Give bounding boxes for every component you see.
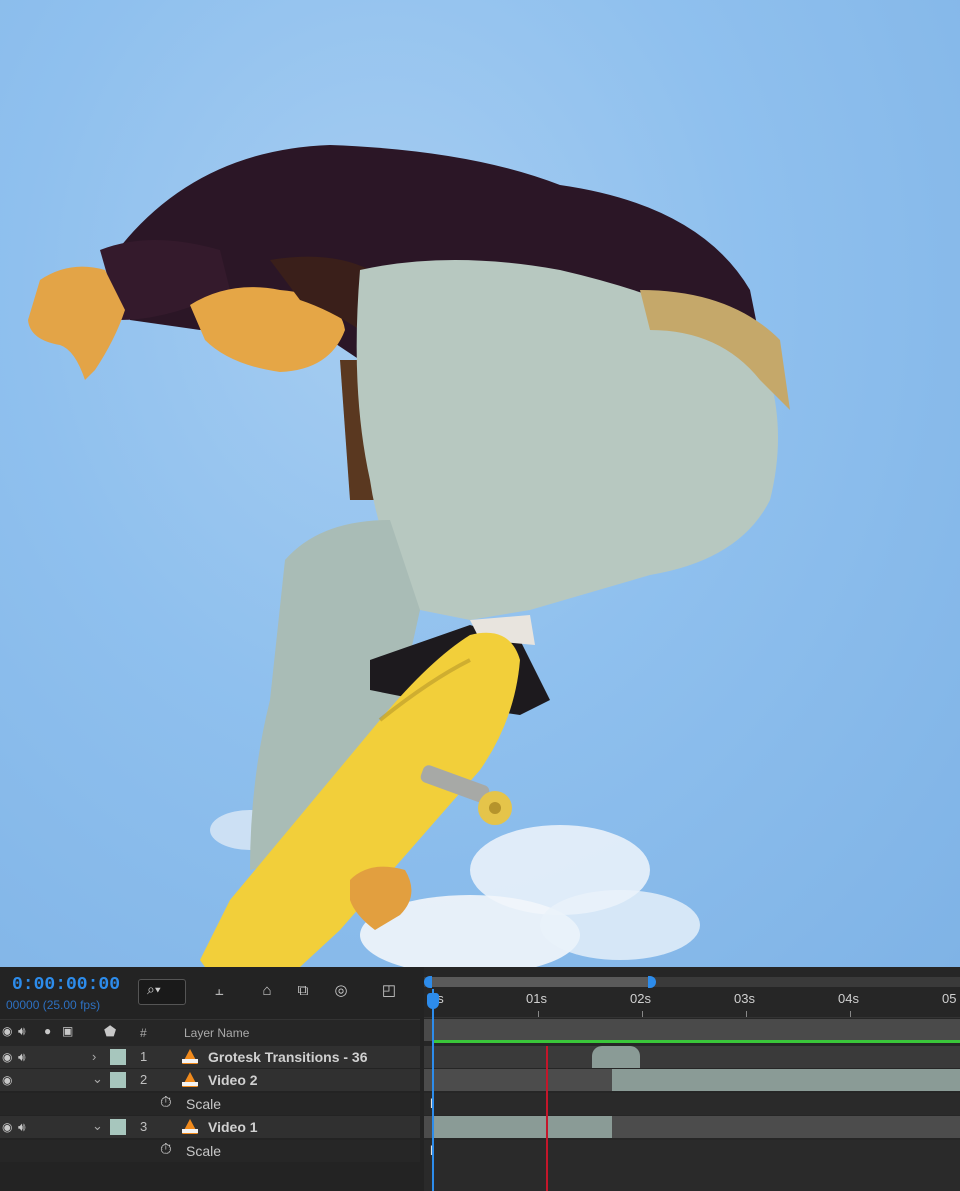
ruler-tick: 04s (838, 991, 859, 1006)
eye-icon[interactable]: ◉ (2, 1073, 12, 1087)
transition-clip[interactable] (592, 1046, 640, 1068)
frame-rate-readout: 00000 (25.00 fps) (6, 998, 101, 1012)
layer-name[interactable]: Grotesk Transitions - 36 (208, 1049, 368, 1065)
timeline-panel: 0:00:00:00 00000 (25.00 fps) ⌕▾ ⫠ ⌂ ⧉ ◎ … (0, 967, 960, 1191)
layer-row-3[interactable]: ◉ 🔊︎ ⌄ 3 Video 1 (0, 1116, 420, 1138)
layer-3-track[interactable] (424, 1116, 960, 1138)
chevron-right-icon[interactable]: › (92, 1049, 96, 1064)
layer-search-input[interactable]: ⌕▾ (138, 979, 186, 1005)
label-tag-icon[interactable]: ⬟ (104, 1023, 116, 1040)
layer-name[interactable]: Video 2 (208, 1072, 258, 1088)
stopwatch-icon[interactable]: ⏱︎ (160, 1141, 172, 1158)
layer-column-header: ◉ 🔊︎ ● ▣ ⬟ # Layer Name (0, 1019, 420, 1047)
time-navigator-range[interactable] (428, 977, 652, 987)
layer-name-column-header[interactable]: Layer Name (184, 1026, 249, 1040)
layer-duration-bar[interactable] (434, 1116, 612, 1138)
ruler-tick: 03s (734, 991, 755, 1006)
layer-1-track[interactable] (424, 1046, 960, 1068)
marker-line (546, 1046, 548, 1191)
audio-icon[interactable]: 🔊︎ (18, 1024, 26, 1039)
layer-number: 2 (140, 1072, 148, 1087)
layer-number: 3 (140, 1119, 148, 1134)
solo-icon[interactable]: ● (44, 1024, 51, 1038)
layer-row-1[interactable]: ◉ 🔊︎ › 1 Grotesk Transitions - 36 (0, 1046, 420, 1068)
layer-duration-bar[interactable] (612, 1069, 960, 1091)
label-color-swatch[interactable] (110, 1119, 126, 1135)
playhead-line[interactable] (432, 989, 434, 1191)
layer-2-scale-track[interactable]: I (424, 1093, 960, 1115)
property-name[interactable]: Scale (186, 1096, 221, 1112)
current-time-display[interactable]: 0:00:00:00 (12, 975, 120, 995)
chevron-down-icon[interactable]: ⌄ (92, 1118, 103, 1134)
stopwatch-icon[interactable]: ⏱︎ (160, 1094, 172, 1111)
ruler-tick: 05 (942, 991, 957, 1006)
work-area-indicator (432, 1040, 960, 1043)
shy-layers-icon[interactable]: ⌂ (254, 979, 280, 1003)
timeline-tracks-area[interactable]: 0s 01s 02s 03s 04s 05 I I (424, 967, 960, 1191)
navigator-start-handle[interactable] (424, 976, 432, 988)
layer-row-2[interactable]: ◉ ⌄ 2 Video 2 (0, 1069, 420, 1091)
property-row-scale[interactable]: ⏱︎ Scale (0, 1093, 420, 1115)
layer-name[interactable]: Video 1 (208, 1119, 258, 1135)
chevron-down-icon[interactable]: ⌄ (92, 1071, 103, 1087)
motion-blur-icon[interactable]: ◎ (328, 979, 354, 1003)
layer-2-track[interactable] (424, 1069, 960, 1091)
graph-editor-icon[interactable]: ◰ (376, 979, 402, 1003)
number-column-header: # (140, 1026, 147, 1040)
layer-3-scale-track[interactable]: I (424, 1140, 960, 1191)
composition-flowchart-icon[interactable]: ⫠ (206, 979, 232, 1003)
lock-icon[interactable]: ▣ (62, 1024, 73, 1038)
vlc-cone-icon (182, 1049, 198, 1064)
ruler-tick-mark (850, 1011, 851, 1017)
vlc-cone-icon (182, 1119, 198, 1134)
speaker-icon[interactable]: 🔊︎ (18, 1120, 26, 1135)
frame-blending-icon[interactable]: ⧉ (290, 979, 316, 1003)
eye-icon[interactable]: ◉ (2, 1120, 12, 1134)
label-color-swatch[interactable] (110, 1072, 126, 1088)
playhead-handle[interactable] (427, 993, 439, 1009)
ruler-tick-mark (642, 1011, 643, 1017)
ruler-tick: 01s (526, 991, 547, 1006)
ruler-tick: 02s (630, 991, 651, 1006)
speaker-icon[interactable]: 🔊︎ (18, 1050, 26, 1065)
search-icon: ⌕▾ (147, 981, 161, 997)
label-color-swatch[interactable] (110, 1049, 126, 1065)
ruler-tick-mark (538, 1011, 539, 1017)
vlc-cone-icon (182, 1072, 198, 1087)
time-ruler[interactable] (424, 989, 960, 1018)
property-name[interactable]: Scale (186, 1143, 221, 1159)
composition-viewer[interactable] (0, 0, 960, 967)
property-row-scale[interactable]: ⏱︎ Scale (0, 1140, 420, 1162)
ruler-tick-mark (746, 1011, 747, 1017)
skateboarder-frame (28, 145, 790, 967)
eye-icon[interactable]: ◉ (2, 1050, 12, 1064)
layer-number: 1 (140, 1049, 148, 1064)
video-visibility-icon[interactable]: ◉ (2, 1024, 12, 1038)
work-area-bar[interactable] (424, 1019, 960, 1041)
